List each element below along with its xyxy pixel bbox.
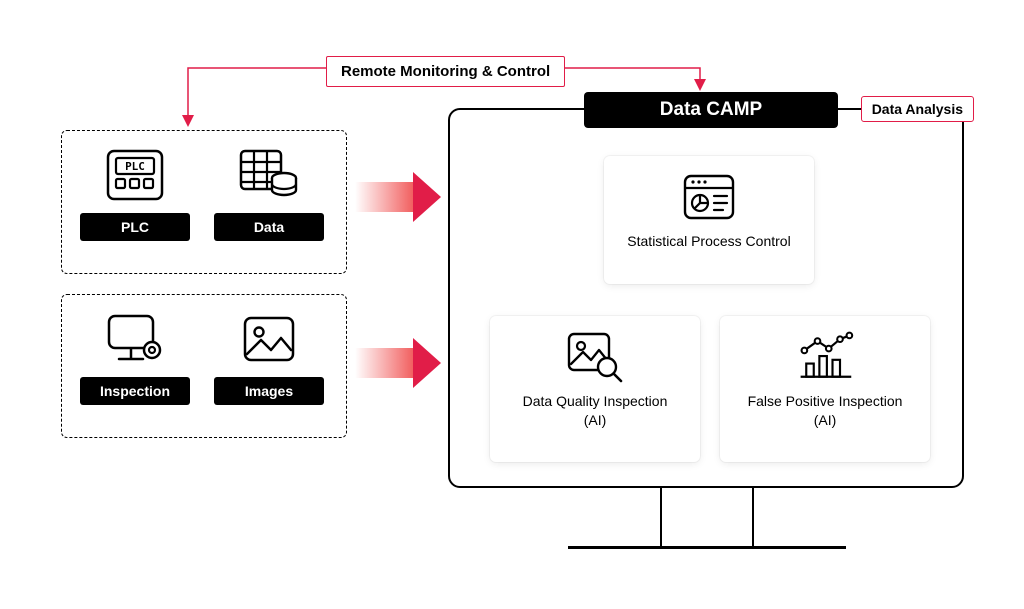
card-spc: Statistical Process Control — [604, 156, 814, 284]
monitor-tab: Data Analysis — [861, 96, 974, 122]
bar-trend-icon — [795, 330, 855, 384]
source-group-top: PLC PLC Data — [61, 130, 347, 274]
source-label: Inspection — [80, 377, 190, 405]
monitor-stand — [660, 488, 754, 548]
database-icon — [237, 145, 301, 205]
plc-icon: PLC — [103, 145, 167, 205]
monitor-title: Data CAMP — [584, 92, 838, 128]
source-label: Data — [214, 213, 324, 241]
source-label: PLC — [80, 213, 190, 241]
flow-arrow-icon — [355, 338, 441, 388]
monitor-base — [568, 546, 846, 549]
svg-text:PLC: PLC — [125, 160, 145, 173]
remote-monitoring-label: Remote Monitoring & Control — [326, 56, 565, 87]
source-data: Data — [214, 145, 324, 255]
source-label: Images — [214, 377, 324, 405]
source-inspection: Inspection — [80, 309, 190, 419]
card-fpi: False Positive Inspection (AI) — [720, 316, 930, 462]
source-plc: PLC PLC — [80, 145, 190, 255]
card-label: False Positive Inspection (AI) — [748, 392, 903, 430]
card-label: Statistical Process Control — [627, 232, 790, 251]
dashboard-icon — [679, 170, 739, 224]
card-dqi: Data Quality Inspection (AI) — [490, 316, 700, 462]
monitor-camera-icon — [103, 309, 167, 369]
flow-arrow-icon — [355, 172, 441, 222]
card-label: Data Quality Inspection (AI) — [523, 392, 668, 430]
image-search-icon — [565, 330, 625, 384]
image-icon — [237, 309, 301, 369]
source-group-bottom: Inspection Images — [61, 294, 347, 438]
monitor-frame: Data CAMP Data Analysis Statistical Proc… — [448, 108, 964, 488]
source-images: Images — [214, 309, 324, 419]
